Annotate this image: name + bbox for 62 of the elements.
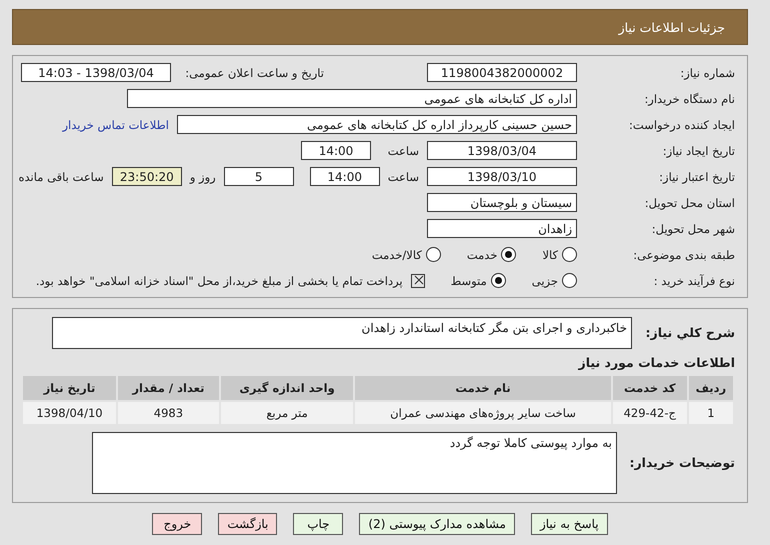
radio-button[interactable]: [562, 273, 577, 288]
notes-field: به موارد پیوستی کاملا توجه گردد: [92, 432, 617, 494]
radio-button[interactable]: [562, 247, 577, 262]
radio-label: خدمت: [466, 248, 498, 262]
action-button[interactable]: پاسخ به نیاز: [530, 513, 608, 535]
province-field: سیستان و بلوچستان: [427, 193, 577, 212]
action-button[interactable]: خروج: [152, 513, 202, 535]
radio-button[interactable]: [501, 247, 516, 262]
announce-field: 1398/03/04 - 14:03: [21, 63, 171, 82]
column-header: نام خدمت: [355, 376, 611, 400]
requester-field: حسین حسینی کارپرداز اداره کل کتابخانه های عمومی: [177, 115, 577, 134]
time-field: 14:00: [310, 167, 380, 186]
table-cell: 4983: [118, 402, 219, 424]
field-label: شماره نیاز:: [679, 64, 735, 82]
table-cell: ج-42-429: [612, 402, 687, 424]
field-label: توضیحات خریدار:: [628, 454, 735, 472]
remaining-time-field: 23:50:20: [112, 167, 182, 186]
section-title: اطلاعات خدمات مورد نیاز: [577, 355, 735, 370]
table-cell: 1398/04/10: [23, 402, 116, 424]
description-field: خاکبرداری و اجرای بتن مگر کتابخانه استاندارد زاهدان: [52, 317, 632, 349]
page-title: جزئیات اطلاعات نیاز: [618, 20, 725, 34]
city-field: زاهدان: [427, 219, 577, 238]
table-cell: ساخت سایر پروژه‌های مهندسی عمران: [355, 402, 611, 424]
checkbox[interactable]: [410, 274, 425, 288]
time-field: 14:00: [301, 141, 371, 160]
column-header: تاریخ نیاز: [23, 376, 116, 400]
action-button[interactable]: بازگشت: [218, 513, 278, 535]
days-label: روز و: [190, 170, 216, 184]
date-field: 1398/03/04: [427, 141, 577, 160]
time-label: ساعت: [386, 144, 419, 158]
field-label: تاریخ ایجاد نیاز:: [662, 142, 735, 160]
table-cell: 1: [688, 402, 733, 424]
field-label: تاریخ و ساعت اعلان عمومی:: [184, 64, 324, 82]
time-label: ساعت: [388, 170, 419, 184]
field-label: طبقه بندی موضوعی:: [632, 246, 735, 264]
field-label: شرح کلي نياز:: [644, 324, 735, 342]
radio-button[interactable]: [426, 247, 441, 262]
radio-label: جزیی: [532, 274, 558, 288]
field-label: نوع فرآیند خرید :: [652, 272, 735, 290]
buyer-contact-link[interactable]: اطلاعات تماس خریدار: [62, 118, 169, 132]
field-label: ایجاد کننده درخواست:: [628, 116, 735, 134]
field-label: تاریخ اعتبار نیاز:: [658, 168, 735, 186]
date-field: 1398/03/10: [427, 167, 577, 186]
field-label: شهر محل تحویل:: [650, 220, 735, 238]
radio-button[interactable]: [490, 273, 506, 288]
column-header: واحد اندازه گیری: [220, 376, 354, 400]
remaining-label: ساعت باقی مانده: [18, 170, 104, 184]
column-header: ردیف: [688, 376, 733, 400]
action-button[interactable]: مشاهده مدارک پیوستی (2): [359, 513, 515, 535]
buyer-field: اداره کل کتابخانه های عمومی: [127, 89, 577, 108]
radio-label: متوسط: [450, 274, 487, 288]
action-button[interactable]: چاپ: [293, 513, 344, 535]
field-label: استان محل تحویل:: [644, 194, 735, 212]
radio-label: کالا: [542, 248, 558, 262]
table-cell: متر مربع: [220, 402, 354, 424]
field-label: نام دستگاه خریدار:: [643, 90, 735, 108]
days-field: 5: [224, 167, 294, 186]
need-number-field: 1198004382000002: [427, 63, 577, 82]
payment-note: پرداخت تمام یا بخشی از مبلغ خرید،از محل "اسناد خزانه اسلامی" خواهد بود.: [36, 274, 403, 288]
radio-label: کالا/خدمت: [372, 248, 422, 262]
column-header: تعداد / مقدار: [118, 376, 219, 400]
column-header: کد خدمت: [612, 376, 687, 400]
